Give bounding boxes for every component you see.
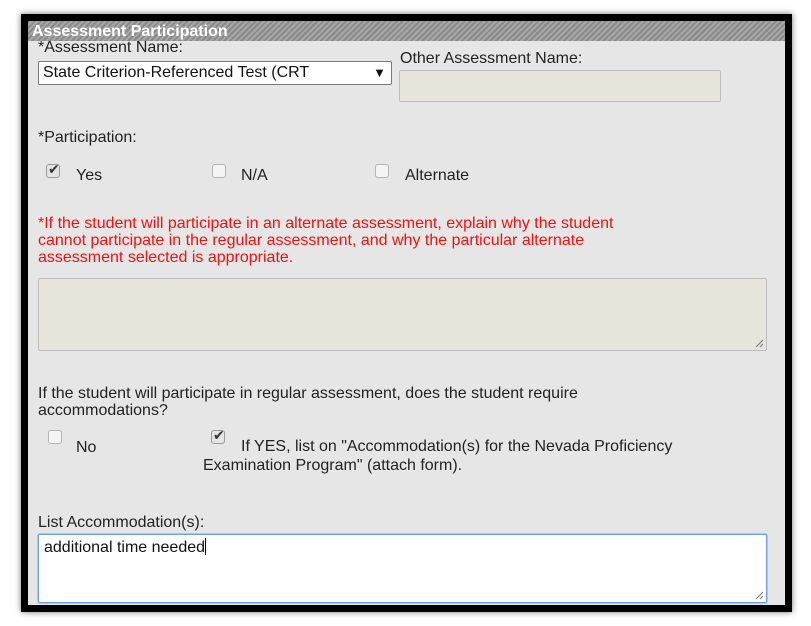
accommodations-yes-checkbox[interactable]: ✔ — [211, 427, 225, 444]
accommodations-no-checkbox[interactable] — [48, 430, 62, 444]
alternate-explanation-textarea[interactable] — [38, 278, 767, 351]
text-cursor — [205, 538, 207, 555]
accommodations-question-label: If the student will participate in regul… — [38, 385, 578, 419]
window-frame: Assessment Participation *Assessment Nam… — [21, 14, 792, 612]
other-assessment-name-input[interactable] — [399, 70, 721, 102]
resize-grip-icon[interactable] — [755, 591, 764, 600]
participation-yes-checkbox[interactable]: ✔ — [46, 161, 60, 178]
assessment-name-value: State Criterion-Referenced Test (CRT — [43, 64, 310, 81]
participation-alternate-checkbox[interactable] — [375, 164, 389, 178]
assessment-participation-panel: Assessment Participation *Assessment Nam… — [28, 21, 785, 605]
alternate-explanation-label: *If the student will participate in an a… — [38, 215, 614, 266]
list-accommodations-label: List Accommodation(s): — [38, 514, 205, 531]
section-header: Assessment Participation — [28, 21, 785, 41]
assessment-name-select[interactable]: State Criterion-Referenced Test (CRT ▼ — [38, 61, 392, 85]
accommodations-no-label: No — [76, 439, 97, 456]
participation-na-label: N/A — [241, 167, 268, 184]
participation-na-checkbox[interactable] — [212, 164, 226, 178]
accommodations-yes-label: If YES, list on "Accommodation(s) for th… — [203, 438, 673, 474]
checkmark-icon: ✔ — [213, 427, 225, 443]
list-accommodations-textarea[interactable]: additional time needed — [38, 534, 767, 603]
assessment-name-label: *Assessment Name: — [38, 39, 183, 56]
list-accommodations-value: additional time needed — [44, 539, 206, 556]
participation-alternate-label: Alternate — [405, 167, 470, 184]
resize-grip-icon[interactable] — [755, 339, 764, 348]
checkmark-icon: ✔ — [48, 161, 60, 177]
dropdown-arrow-icon: ▼ — [373, 65, 386, 80]
other-assessment-name-label: Other Assessment Name: — [400, 50, 583, 67]
participation-yes-label: Yes — [76, 167, 103, 184]
participation-label: *Participation: — [38, 129, 137, 146]
